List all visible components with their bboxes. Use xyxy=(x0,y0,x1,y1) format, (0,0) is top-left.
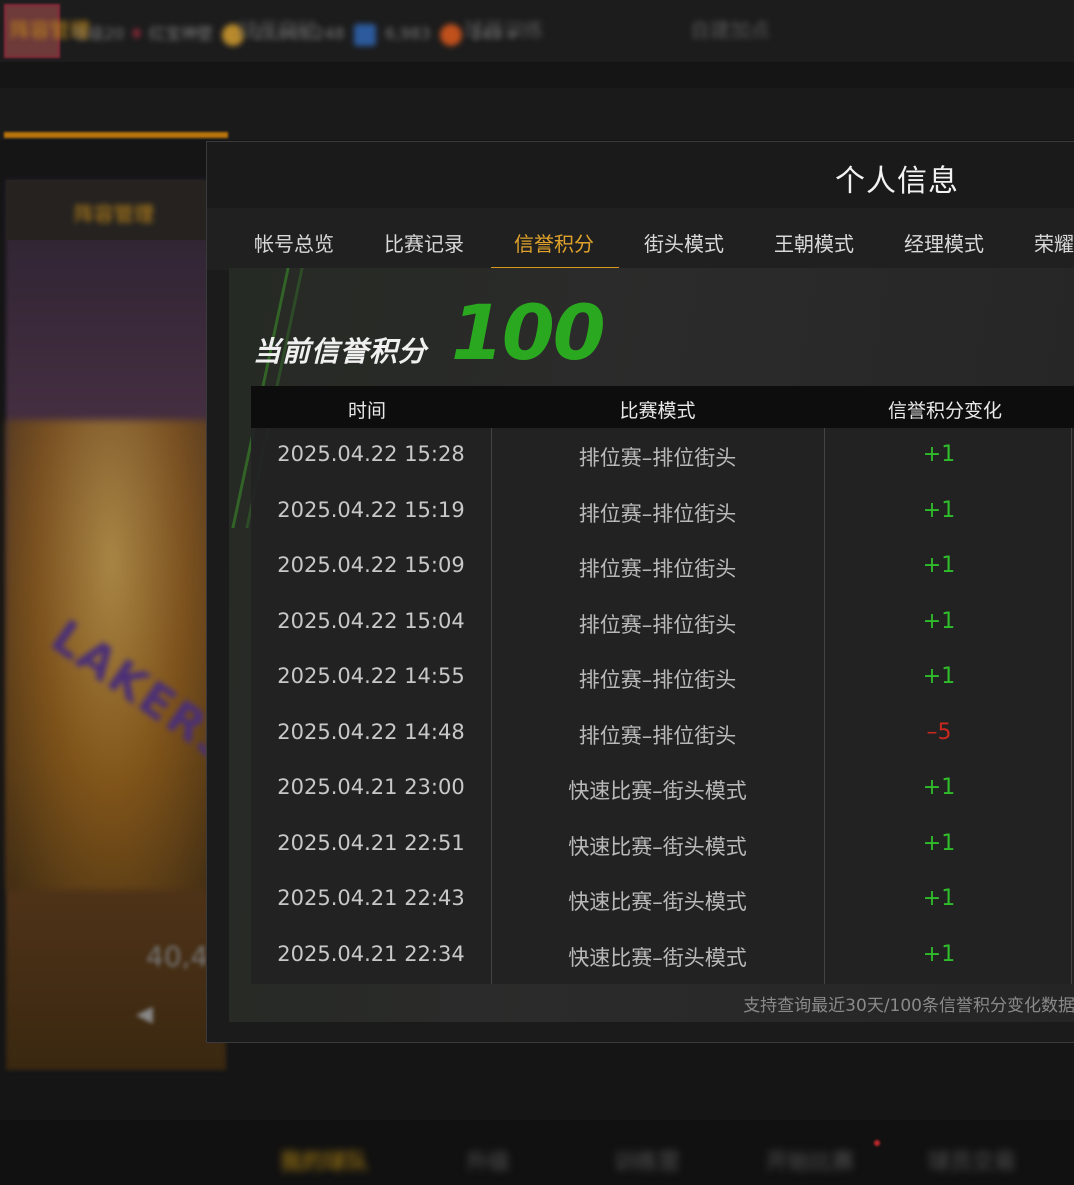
row-time: 2025.04.21 22:51 xyxy=(277,830,465,855)
column-header-change: 信誉积分变化 xyxy=(887,400,1002,422)
table-row: 2025.04.22 15:09 排位赛–排位街头 +1 xyxy=(251,539,1074,594)
row-time: 2025.04.22 15:19 xyxy=(277,497,465,522)
row-time: 2025.04.22 14:55 xyxy=(277,664,465,688)
table-row: 2025.04.21 22:51 快速比赛–街头模式 +1 xyxy=(251,817,1074,872)
gem-icon xyxy=(439,23,462,46)
row-mode: 排位赛–排位街头 xyxy=(578,723,737,748)
row-mode: 快速比赛–街头模式 xyxy=(568,890,747,914)
row-mode: 排位赛–排位街头 xyxy=(578,446,737,470)
table-body[interactable]: 2025.04.22 15:28 排位赛–排位街头 +1 2025.04.22 15:… xyxy=(251,428,1074,984)
prev-arrow-icon[interactable]: ◀ xyxy=(136,1002,153,1027)
row-change: +1 xyxy=(922,664,956,689)
row-change: –5 xyxy=(926,719,952,745)
personal-info-modal: 个人信息 帐号总览 比赛记录 信誉积分 街头模式 王朝模式 经理模式 荣耀 当前… xyxy=(206,141,1074,1043)
current-score-value: 100 xyxy=(451,288,606,377)
row-change: +1 xyxy=(922,775,956,800)
row-change: +1 xyxy=(922,886,956,911)
table-row: 2025.04.22 15:04 排位赛–排位街头 +1 xyxy=(251,595,1074,650)
ticket-amount: 6,983 xyxy=(384,24,431,43)
row-change: +1 xyxy=(922,941,956,967)
nav-tab-breakthrough[interactable]: 球员突破 xyxy=(238,14,318,43)
row-mode: 排位赛–排位街头 xyxy=(578,612,737,637)
table-row: 2025.04.22 15:19 排位赛–排位街头 +1 xyxy=(251,484,1074,539)
table-row: 2025.04.22 14:55 排位赛–排位街头 +1 xyxy=(251,650,1074,705)
bottom-nav-my-team[interactable]: 我的球队 xyxy=(280,1144,368,1176)
row-time: 2025.04.22 15:28 xyxy=(277,442,465,466)
row-mode: 快速比赛–街头模式 xyxy=(568,945,747,970)
row-time: 2025.04.21 22:34 xyxy=(277,941,465,966)
row-time: 2025.04.22 14:48 xyxy=(277,719,465,744)
row-mode: 排位赛–排位街头 xyxy=(578,501,737,526)
row-change: +1 xyxy=(922,553,956,578)
row-mode: 排位赛–排位街头 xyxy=(578,668,737,692)
row-change: +1 xyxy=(922,497,956,523)
tab-honors[interactable]: 荣耀 xyxy=(1034,228,1074,257)
table-row: 2025.04.22 15:28 排位赛–排位街头 +1 xyxy=(251,428,1074,483)
modal-tabs: 帐号总览 比赛记录 信誉积分 街头模式 王朝模式 经理模式 荣耀 xyxy=(207,208,1074,270)
query-limit-note: 支持查询最近30天/100条信誉积分变化数据 xyxy=(743,996,1074,1016)
bottom-nav-training-camp[interactable]: 训练营 xyxy=(614,1144,680,1176)
bottom-nav-bar xyxy=(0,1120,1074,1185)
ticket-icon xyxy=(353,23,376,46)
table-row: 2025.04.22 14:48 排位赛–排位街头 –5 xyxy=(251,706,1074,761)
row-time: 2025.04.22 15:09 xyxy=(277,553,465,577)
player-value: 40,4 xyxy=(146,940,209,973)
modal-title: 个人信息 xyxy=(835,164,959,199)
table-row: 2025.04.21 22:34 快速比赛–街头模式 +1 xyxy=(251,928,1074,983)
row-change: +1 xyxy=(922,608,956,634)
row-mode: 快速比赛–街头模式 xyxy=(568,779,747,803)
tab-manager-mode[interactable]: 经理模式 xyxy=(904,228,984,257)
nav-tab-underline xyxy=(4,132,228,138)
table-header: 时间 比赛模式 信誉积分变化 xyxy=(251,386,1074,428)
reputation-content: 当前信誉积分 100 时间 比赛模式 信誉积分变化 2025.04.22 15:… xyxy=(229,268,1074,1022)
row-time: 2025.04.22 15:04 xyxy=(277,608,465,633)
row-time: 2025.04.21 23:00 xyxy=(277,775,465,799)
table-row: 2025.04.21 22:43 快速比赛–街头模式 +1 xyxy=(251,872,1074,927)
table-row: 2025.04.21 23:00 快速比赛–街头模式 +1 xyxy=(251,761,1074,816)
tab-match-records[interactable]: 比赛记录 xyxy=(384,228,464,257)
row-mode: 排位赛–排位街头 xyxy=(578,557,737,581)
row-time: 2025.04.21 22:43 xyxy=(277,886,465,910)
tab-account-overview[interactable]: 帐号总览 xyxy=(254,228,334,257)
nav-tab-training[interactable]: 球员训练 xyxy=(464,14,544,43)
row-change: +1 xyxy=(922,442,956,467)
column-header-mode: 比赛模式 xyxy=(619,400,696,422)
bottom-nav-upgrade[interactable]: 升级 xyxy=(466,1144,510,1176)
column-header-time: 时间 xyxy=(347,400,386,422)
tab-dynasty-mode[interactable]: 王朝模式 xyxy=(774,228,854,257)
nav-tab-custom-points[interactable]: 自建加点 xyxy=(690,14,770,43)
tab-street-mode[interactable]: 街头模式 xyxy=(644,228,724,257)
player-panel-title: 阵容管理 xyxy=(74,202,154,226)
notification-dot xyxy=(874,1140,880,1146)
rank-text: 红宝神壁 xyxy=(148,24,213,43)
current-score-label: 当前信誉积分 xyxy=(253,335,428,368)
tab-reputation-score[interactable]: 信誉积分 xyxy=(514,228,594,257)
bottom-nav-start-game[interactable]: 开始比赛 xyxy=(766,1144,854,1176)
row-change: +1 xyxy=(922,830,956,856)
bottom-nav-player-trade[interactable]: 球员交易 xyxy=(928,1144,1016,1176)
modal-titlebar: 个人信息 xyxy=(207,142,1074,208)
rank-icon: ♦ xyxy=(129,24,144,43)
row-mode: 快速比赛–街头模式 xyxy=(568,834,747,859)
nav-tab-lineup[interactable]: 阵容管理 xyxy=(10,14,90,43)
